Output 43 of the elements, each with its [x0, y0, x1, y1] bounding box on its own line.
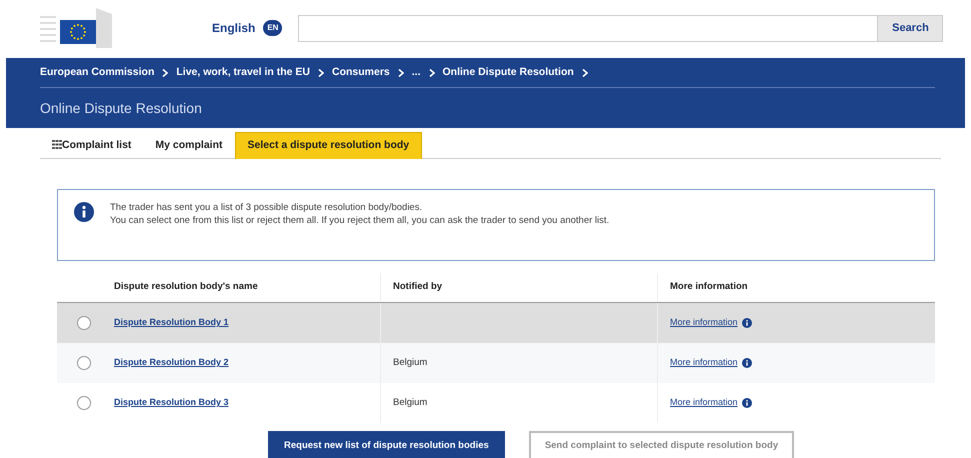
grid-icon [52, 140, 62, 149]
chevron-icon [318, 68, 324, 76]
table-cell-text: Belgium [393, 396, 428, 410]
tab[interactable]: Complaint list [40, 132, 144, 159]
chevron-icon [582, 68, 588, 76]
chevron-icon [398, 68, 404, 76]
breadcrumb-link[interactable]: ... [412, 64, 421, 80]
body-link[interactable]: Dispute Resolution Body 2 [114, 356, 229, 370]
table-cell-text: Belgium [393, 356, 428, 370]
site-title: Online Dispute Resolution [40, 99, 203, 118]
language-code: EN [263, 20, 282, 36]
tab[interactable]: My complaint [143, 132, 235, 159]
chevron-icon [162, 68, 168, 76]
body-link[interactable]: Dispute Resolution Body 3 [114, 396, 229, 410]
column-header: Dispute resolution body's name [114, 280, 258, 294]
more-information-link[interactable]: More information [670, 316, 738, 330]
info-text: The trader has sent you a list of 3 possible dispute resolution body/bodies. You can select one from this list or reject them all. If you reject them all, you can ask the trader to send you another list. [110, 202, 610, 228]
body-link[interactable]: Dispute Resolution Body 1 [114, 316, 229, 330]
tab[interactable]: Select a dispute resolution body [234, 132, 422, 159]
table-row[interactable]: Dispute Resolution Body 1 More information [57, 303, 935, 343]
radio-button[interactable] [77, 396, 91, 410]
chevron-icon [428, 68, 435, 76]
language-selector[interactable]: English [212, 19, 256, 37]
breadcrumb-link[interactable]: European Commission [40, 64, 154, 80]
breadcrumb-link[interactable]: Live, work, travel in the EU [176, 64, 310, 80]
column-header: Notified by [393, 280, 442, 294]
radio-button[interactable] [77, 356, 91, 370]
action-button[interactable]: Request new list of dispute resolution bodies [268, 431, 505, 458]
info-icon [742, 398, 752, 408]
radio-button[interactable] [77, 316, 91, 330]
breadcrumb-link[interactable]: Consumers [332, 64, 390, 80]
table-row[interactable]: Dispute Resolution Body 3 Belgium More information [57, 383, 935, 423]
more-information-link[interactable]: More information [670, 356, 738, 370]
table-row[interactable]: Dispute Resolution Body 2 Belgium More information [57, 343, 935, 383]
breadcrumb-link[interactable]: Online Dispute Resolution [442, 64, 574, 80]
search-field[interactable] [298, 14, 878, 42]
more-information-link[interactable]: More information [670, 396, 738, 410]
info-icon [74, 202, 94, 222]
search-button[interactable]: Search [878, 14, 944, 42]
logo-icon[interactable] [40, 8, 112, 48]
column-header: More information [670, 280, 748, 294]
info-icon [742, 358, 752, 368]
info-icon [742, 318, 752, 328]
